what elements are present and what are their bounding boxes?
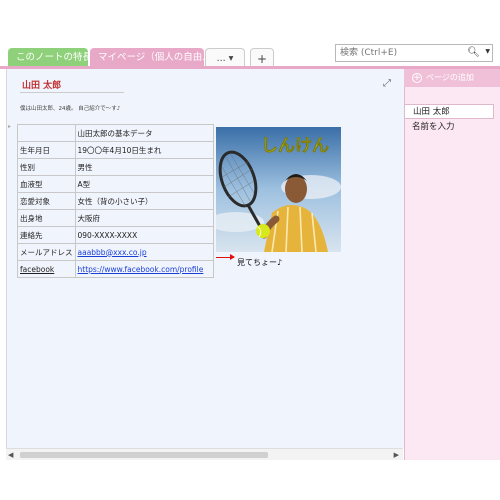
photo-image: しんけん	[216, 127, 341, 252]
table-key-cell[interactable]: メールアドレス	[17, 243, 76, 261]
table-key-cell[interactable]: 性別	[17, 158, 76, 176]
intro-text[interactable]: 僕は山田太郎、24歳。 自己紹介で～す♪	[20, 104, 120, 112]
add-page-label: ページの追加	[426, 73, 474, 82]
table-header-cell[interactable]: 山田太郎の基本データ	[74, 124, 214, 142]
tennis-player-photo[interactable]: しんけん	[216, 127, 341, 252]
bottom-area	[0, 460, 500, 500]
table-value-cell[interactable]: 男性	[74, 158, 214, 176]
table-key-cell[interactable]: 出身地	[17, 209, 76, 227]
table-cell[interactable]	[17, 124, 76, 142]
table-value-cell[interactable]: 大阪府	[74, 209, 214, 227]
table-key-cell[interactable]: 連絡先	[17, 226, 76, 244]
search-icon[interactable]: 🔍︎	[467, 47, 480, 58]
table-value-cell[interactable]: aaabbb@xxx.co.jp	[74, 243, 214, 261]
page-title[interactable]: 山田 太郎	[22, 78, 61, 91]
add-section-button[interactable]: +	[250, 48, 274, 68]
table-key-cell[interactable]: 血液型	[17, 175, 76, 193]
table-value-cell[interactable]: 090-XXXX-XXXX	[74, 226, 214, 244]
page-item-untitled[interactable]: 名前を入力	[404, 120, 494, 135]
tab-section-features[interactable]: このノートの特長	[8, 48, 88, 68]
chevron-down-icon[interactable]: ▼	[485, 48, 490, 55]
table-value-cell[interactable]: A型	[74, 175, 214, 193]
add-page-button[interactable]: + ページの追加	[404, 69, 500, 87]
table-value-cell[interactable]: https://www.facebook.com/profile	[74, 260, 214, 278]
table-value-cell[interactable]: 19〇〇年4月10日生まれ	[74, 141, 214, 159]
table-row: 血液型 A型	[17, 175, 214, 193]
scroll-right-icon[interactable]: ▶	[394, 451, 399, 459]
table-row: メールアドレス aaabbb@xxx.co.jp	[17, 243, 214, 261]
table-key-cell[interactable]: facebook	[17, 260, 76, 278]
table-row: 生年月日 19〇〇年4月10日生まれ	[17, 141, 214, 159]
email-link[interactable]: aaabbb@xxx.co.jp	[78, 248, 147, 257]
table-row: 恋愛対象 女性（背の小さい子）	[17, 192, 214, 210]
expand-icon[interactable]: ⤢	[383, 78, 391, 89]
table-row: facebook https://www.facebook.com/profil…	[17, 260, 214, 278]
table-row: 性別 男性	[17, 158, 214, 176]
table-row: 連絡先 090-XXXX-XXXX	[17, 226, 214, 244]
table-key-cell[interactable]: 恋愛対象	[17, 192, 76, 210]
facebook-link[interactable]: https://www.facebook.com/profile	[78, 265, 204, 274]
table-key-cell[interactable]: 生年月日	[17, 141, 76, 159]
photo-caption: しんけん	[261, 136, 329, 156]
container-handle-icon[interactable]: ▸	[8, 123, 11, 130]
title-divider	[20, 92, 124, 93]
search-box[interactable]: 🔍︎ ▼	[335, 44, 493, 62]
plus-circle-icon: +	[412, 73, 422, 83]
table-row: 出身地 大阪府	[17, 209, 214, 227]
tab-more-button[interactable]: ... ▾	[205, 48, 245, 68]
profile-table[interactable]: 山田太郎の基本データ 生年月日 19〇〇年4月10日生まれ 性別 男性 血液型 …	[17, 124, 214, 278]
note-text[interactable]: 見てちょー♪	[237, 257, 282, 268]
search-input[interactable]	[336, 45, 472, 61]
arrow-icon	[216, 254, 235, 260]
scroll-left-icon[interactable]: ◀	[8, 451, 13, 459]
table-row: 山田太郎の基本データ	[17, 124, 214, 142]
facebook-label[interactable]: facebook	[20, 265, 54, 274]
page-item-yamada[interactable]: 山田 太郎	[404, 104, 494, 119]
table-value-cell[interactable]: 女性（背の小さい子）	[74, 192, 214, 210]
tab-section-mypage[interactable]: マイページ（個人の自由...	[90, 48, 204, 68]
scroll-thumb[interactable]	[20, 452, 268, 458]
